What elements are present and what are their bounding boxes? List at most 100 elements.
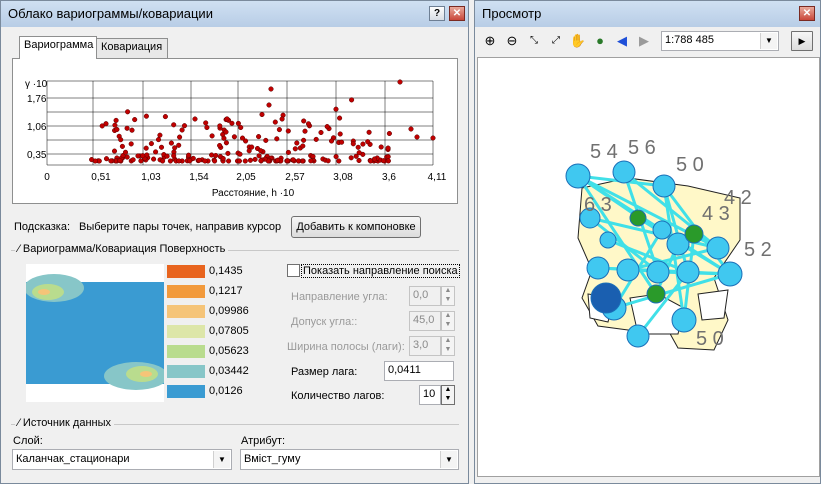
variogram-point[interactable] (356, 157, 362, 164)
variogram-point[interactable] (124, 125, 130, 131)
variogram-point[interactable] (143, 145, 149, 151)
chevron-down-icon[interactable]: ▼ (440, 451, 457, 468)
variogram-point[interactable] (212, 158, 218, 164)
variogram-point[interactable] (236, 158, 242, 164)
map-station-point[interactable] (652, 220, 672, 240)
scale-select[interactable]: 1:788 485 ▼ (661, 31, 779, 51)
variogram-point[interactable] (328, 138, 335, 144)
variogram-point[interactable] (308, 158, 314, 164)
variogram-point[interactable] (302, 128, 308, 134)
variogram-point[interactable] (337, 131, 343, 137)
map-station-point[interactable] (684, 224, 704, 244)
preview-titlebar[interactable]: Просмотр ✕ (475, 1, 820, 27)
variogram-point[interactable] (242, 158, 248, 164)
back-arrow-icon[interactable]: ◀ (613, 32, 631, 50)
variogram-point[interactable] (256, 153, 262, 159)
add-to-layout-button[interactable]: Добавить к компоновке (291, 216, 421, 238)
variogram-point[interactable] (111, 148, 118, 154)
variogram-point[interactable] (167, 158, 173, 164)
variogram-point[interactable] (263, 137, 269, 143)
variogram-point[interactable] (318, 129, 324, 136)
map-station-point[interactable] (616, 258, 640, 282)
variogram-point[interactable] (114, 126, 120, 133)
lag-count-spinner[interactable]: ▲ ▼ (441, 385, 455, 405)
angle-direction-spinner[interactable]: ▲ ▼ (441, 286, 455, 306)
map-station-point[interactable] (717, 261, 743, 287)
map-station-point[interactable] (629, 209, 647, 227)
variogram-point[interactable] (239, 135, 246, 141)
variogram-point[interactable] (237, 151, 243, 157)
variogram-point[interactable] (258, 148, 264, 154)
variogram-point[interactable] (130, 157, 136, 163)
pan-hand-icon[interactable]: ✋ (569, 32, 587, 50)
variogram-point[interactable] (217, 123, 223, 129)
variogram-surface[interactable] (26, 264, 164, 402)
variogram-point[interactable] (386, 130, 392, 137)
map-station-point[interactable] (652, 174, 676, 198)
variogram-point[interactable] (385, 154, 391, 160)
map-station-point[interactable] (671, 307, 697, 333)
zoom-in-icon[interactable]: ⊕ (481, 32, 499, 50)
show-direction-checkbox[interactable] (287, 264, 300, 277)
map-station-point[interactable] (626, 324, 650, 348)
variogram-point[interactable] (247, 157, 253, 163)
variogram-point[interactable] (279, 116, 285, 122)
variogram-point[interactable] (103, 156, 110, 162)
map-station-point[interactable] (646, 260, 670, 284)
variogram-point[interactable] (350, 141, 356, 147)
variogram-point[interactable] (186, 152, 192, 158)
variogram-point[interactable] (181, 123, 188, 129)
variogram-point[interactable] (128, 141, 134, 147)
variogram-point[interactable] (223, 140, 229, 146)
variogram-point[interactable] (221, 135, 227, 141)
variogram-point[interactable] (300, 143, 306, 149)
variogram-point[interactable] (113, 117, 119, 123)
variogram-point[interactable] (223, 129, 229, 135)
variogram-point[interactable] (285, 149, 291, 155)
variogram-points[interactable] (89, 79, 436, 164)
variogram-point[interactable] (125, 109, 131, 115)
variogram-point[interactable] (118, 137, 124, 143)
variogram-point[interactable] (360, 141, 366, 147)
lag-count-input[interactable]: 10 (419, 385, 441, 405)
map-station-point[interactable] (565, 163, 591, 189)
variogram-titlebar[interactable]: Облако вариограммы/ковариации ? ✕ (1, 1, 468, 27)
variogram-point[interactable] (217, 142, 223, 149)
variogram-point[interactable] (203, 120, 209, 126)
variogram-point[interactable] (355, 144, 361, 150)
close-button[interactable]: ✕ (799, 6, 815, 21)
variogram-point[interactable] (313, 136, 319, 142)
variogram-point[interactable] (337, 115, 343, 121)
variogram-point[interactable] (209, 152, 215, 158)
angle-direction-input[interactable]: 0,0 (409, 286, 441, 306)
variogram-point[interactable] (325, 158, 331, 164)
map-station-point[interactable] (676, 260, 700, 284)
variogram-point[interactable] (229, 120, 235, 126)
variogram-point[interactable] (305, 121, 312, 127)
lag-size-input[interactable]: 0,0411 (384, 361, 454, 381)
variogram-point[interactable] (157, 132, 163, 138)
variogram-point[interactable] (108, 158, 114, 164)
variogram-point[interactable] (290, 157, 296, 163)
variogram-point[interactable] (367, 158, 374, 164)
variogram-point[interactable] (414, 134, 420, 140)
show-direction-label[interactable]: Показать направление поиска (301, 264, 460, 278)
variogram-point[interactable] (292, 146, 298, 152)
tab-covariance[interactable]: Ковариация (96, 38, 168, 58)
variogram-point[interactable] (333, 106, 339, 112)
variogram-point[interactable] (151, 156, 157, 162)
chevron-down-icon[interactable]: ▼ (760, 33, 777, 49)
variogram-point[interactable] (365, 139, 371, 145)
variogram-point[interactable] (349, 97, 355, 103)
variogram-point[interactable] (224, 116, 230, 122)
fixed-zoom-in-icon[interactable]: ⤡ (525, 32, 543, 50)
variogram-point[interactable] (385, 145, 391, 151)
chevron-down-icon[interactable]: ▼ (213, 451, 230, 468)
zoom-out-icon[interactable]: ⊖ (503, 32, 521, 50)
map-station-point[interactable] (612, 160, 636, 184)
variogram-point[interactable] (140, 153, 146, 159)
map-station-point[interactable] (586, 256, 610, 280)
variogram-point[interactable] (168, 140, 174, 146)
variogram-point[interactable] (144, 152, 150, 158)
variogram-point[interactable] (192, 116, 198, 122)
